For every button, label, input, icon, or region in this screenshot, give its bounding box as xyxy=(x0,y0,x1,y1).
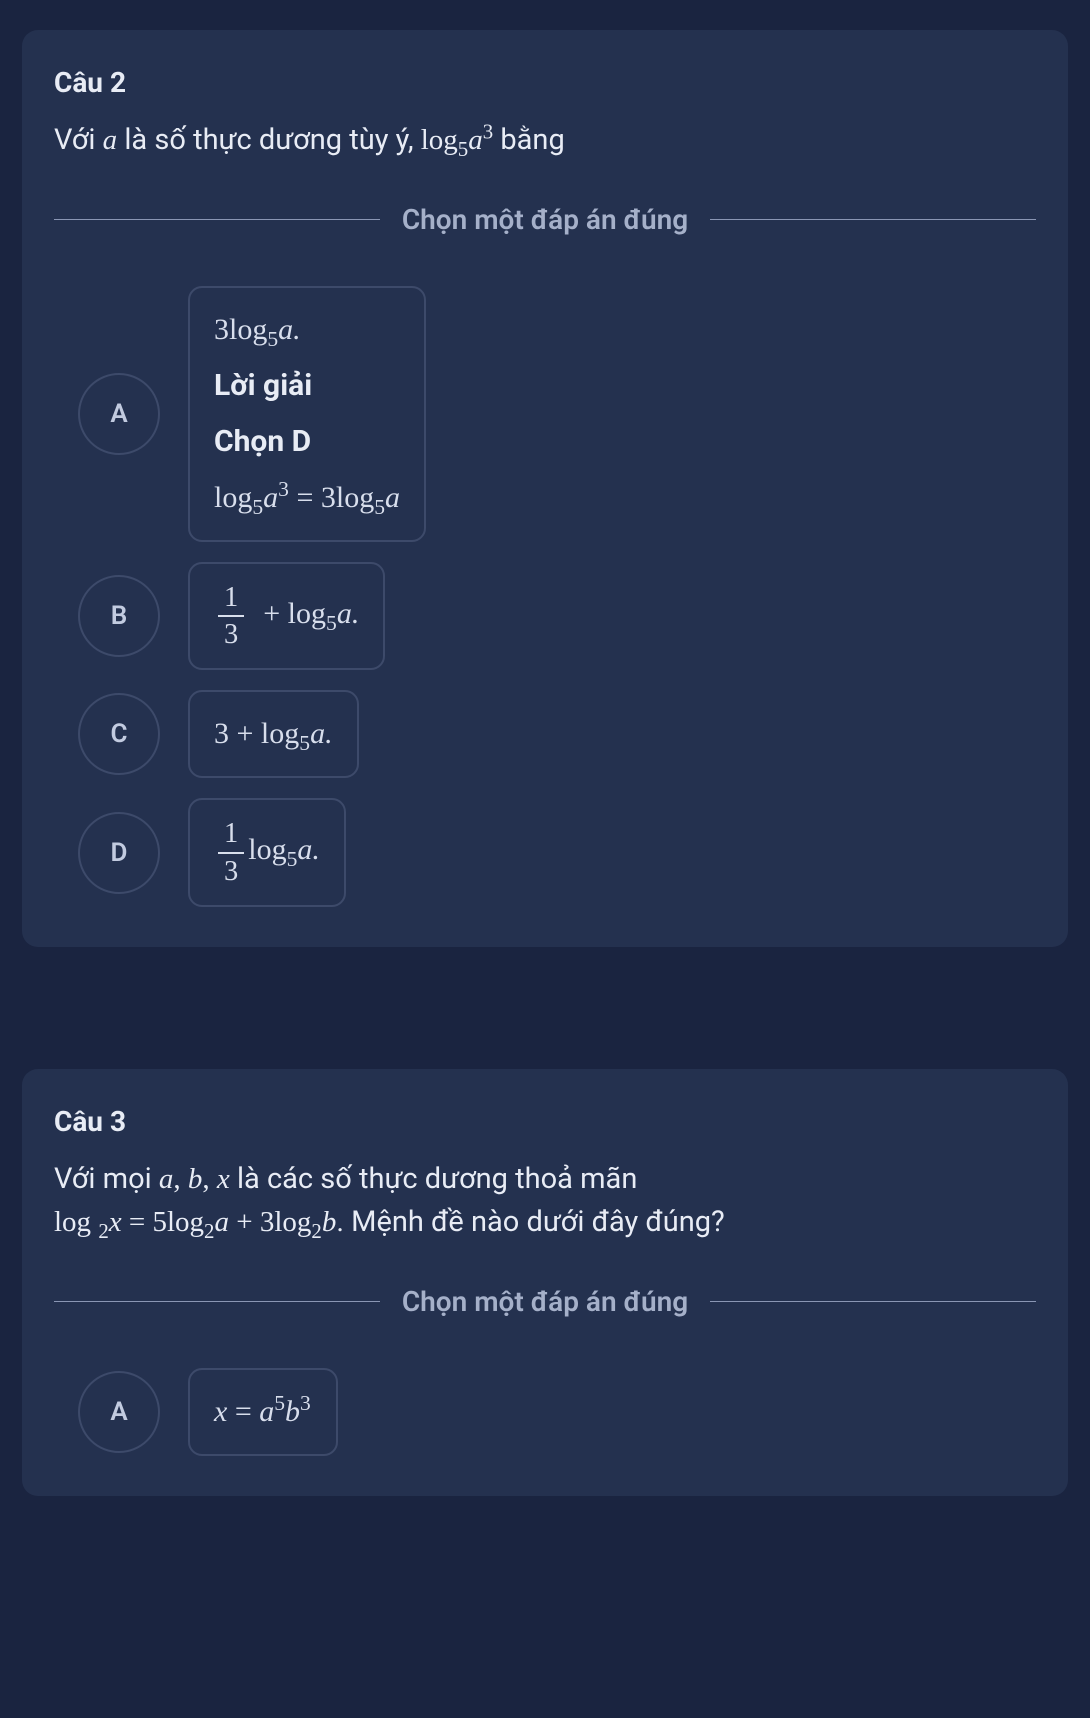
option-b[interactable]: B 13 + log5a. xyxy=(78,562,1036,671)
divider-label: Chọn một đáp án đúng xyxy=(380,1285,710,1318)
option-a[interactable]: A x = a5b3 xyxy=(78,1368,1036,1456)
option-a[interactable]: A 3log5a. Lời giải Chọn D log5a3 = 3log5… xyxy=(78,286,1036,542)
math-expr: 13log5a. xyxy=(214,833,320,866)
question-title: Câu 3 xyxy=(54,1105,1036,1138)
option-letter: B xyxy=(78,575,160,657)
option-d[interactable]: D 13log5a. xyxy=(78,798,1036,907)
option-letter: C xyxy=(78,693,160,775)
math-expr: 13 + log5a. xyxy=(214,597,359,630)
divider-line xyxy=(54,219,380,220)
option-letter: D xyxy=(78,812,160,894)
option-c[interactable]: C 3 + log5a. xyxy=(78,690,1036,778)
text-part: là các số thực dương thoả mãn xyxy=(230,1162,638,1196)
options-list: A x = a5b3 xyxy=(54,1368,1036,1456)
option-letter: A xyxy=(78,373,160,455)
question-card-2: Câu 2 Với a là số thực dương tùy ý, log5… xyxy=(22,30,1068,947)
option-content: x = a5b3 xyxy=(188,1368,338,1456)
question-title: Câu 2 xyxy=(54,66,1036,99)
divider: Chọn một đáp án đúng xyxy=(54,203,1036,236)
divider: Chọn một đáp án đúng xyxy=(54,1285,1036,1318)
math-expr: log5a3 = 3log5a xyxy=(214,481,400,514)
option-content: 13 + log5a. xyxy=(188,562,385,671)
text-part: bằng xyxy=(493,123,565,157)
option-content: 3log5a. Lời giải Chọn D log5a3 = 3log5a xyxy=(188,286,426,542)
divider-label: Chọn một đáp án đúng xyxy=(380,203,710,236)
question-text: Với a là số thực dương tùy ý, log5a3 bằn… xyxy=(54,119,1036,163)
divider-line xyxy=(710,1301,1036,1302)
math-a: a xyxy=(103,124,118,156)
option-content: 13log5a. xyxy=(188,798,346,907)
question-text: Với mọi a, b, x là các số thực dương tho… xyxy=(54,1158,1036,1245)
text-part: . Mệnh đề nào dưới đây đúng? xyxy=(336,1205,724,1239)
divider-line xyxy=(54,1301,380,1302)
options-list: A 3log5a. Lời giải Chọn D log5a3 = 3log5… xyxy=(54,286,1036,907)
option-letter: A xyxy=(78,1371,160,1453)
math-log5a3: log5a3 xyxy=(421,124,493,156)
gap xyxy=(0,977,1090,1039)
question-card-3: Câu 3 Với mọi a, b, x là các số thực dươ… xyxy=(22,1069,1068,1496)
text-part: là số thực dương tùy ý, xyxy=(117,123,421,157)
math-eq: log 2x = 5log2a + 3log2b xyxy=(54,1206,336,1238)
choose-label: Chọn D xyxy=(214,418,400,466)
math-expr: 3log5a. xyxy=(214,313,301,346)
text-part: Với xyxy=(54,123,103,157)
math-expr: 3 + log5a. xyxy=(214,717,333,750)
math-vars: a, b, x xyxy=(159,1163,230,1195)
solution-label: Lời giải xyxy=(214,362,400,410)
divider-line xyxy=(710,219,1036,220)
math-expr: x = a5b3 xyxy=(214,1395,311,1428)
text-part: Với mọi xyxy=(54,1162,159,1196)
option-content: 3 + log5a. xyxy=(188,690,359,778)
